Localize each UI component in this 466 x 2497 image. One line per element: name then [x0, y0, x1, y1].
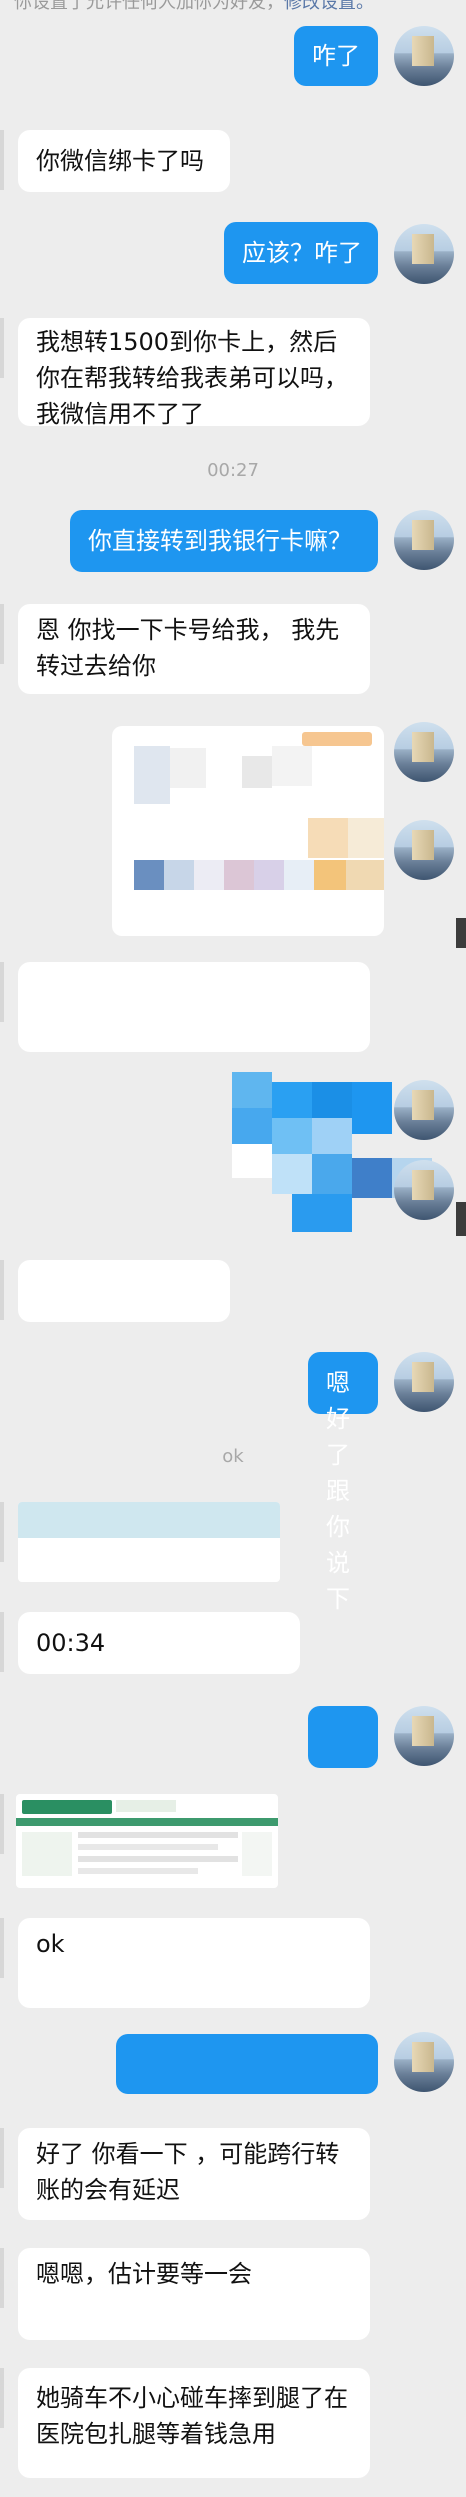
message-row: 你微信绑卡了吗 [0, 130, 466, 200]
message-text: 她骑车不小心碰车摔到腿了在医院包扎腿等着钱急用 [36, 2384, 348, 2448]
modify-settings-link[interactable]: 修改设置。 [284, 0, 374, 10]
message-text: 你微信绑卡了吗 [36, 147, 204, 175]
incoming-bubble[interactable]: 00:34 [18, 1612, 300, 1674]
contact-avatar[interactable] [0, 962, 4, 1022]
contact-avatar[interactable] [0, 1502, 4, 1562]
incoming-bubble[interactable]: 嗯嗯，估计要等一会 [18, 2248, 370, 2340]
contact-avatar[interactable] [0, 1260, 4, 1320]
message-row [0, 1260, 466, 1324]
bank-label [24, 1800, 114, 1814]
message-text: 你直接转到我银行卡嘛？ [88, 527, 352, 555]
shared-image[interactable] [18, 1502, 280, 1582]
outgoing-bubble[interactable]: 咋了 [294, 26, 378, 86]
message-row: 我想转1500到你卡上，然后你在帮我转给我表弟可以吗，我微信用不了了 [0, 318, 466, 428]
contact-avatar[interactable] [0, 130, 4, 190]
self-avatar[interactable] [394, 1352, 454, 1412]
message-row: 好了 你看一下 ，可能跨行转账的会有延迟 [0, 2128, 466, 2224]
message-text: 恩 你找一下卡号给我， 我先转过去给你 [36, 616, 340, 680]
hotline-text [18, 1502, 280, 1538]
self-avatar[interactable] [394, 1706, 454, 1766]
contact-avatar[interactable] [0, 2248, 4, 2308]
contact-avatar[interactable] [0, 604, 4, 664]
outgoing-bubble[interactable]: 应该？咋了 [224, 222, 378, 284]
message-row [0, 1794, 466, 1890]
incoming-bubble[interactable]: 恩 你找一下卡号给我， 我先转过去给你 [18, 604, 370, 694]
image-footer [120, 914, 210, 930]
message-row: 嗯嗯，估计要等一会 [0, 2248, 466, 2344]
message-text-partial [366, 1086, 386, 1116]
self-avatar[interactable] [394, 820, 454, 880]
scroll-artifact [456, 1202, 466, 1236]
incoming-bubble[interactable]: 我想转1500到你卡上，然后你在帮我转给我表弟可以吗，我微信用不了了 [18, 318, 370, 428]
incoming-bubble[interactable]: 她骑车不小心碰车摔到腿了在医院包扎腿等着钱急用 [18, 2368, 370, 2478]
message-text: 我想转1500到你卡上，然后你在帮我转给我表弟可以吗，我微信用不了了 [36, 328, 348, 428]
message-text: 咋了 [312, 42, 360, 70]
message-row [0, 962, 466, 1052]
message-row: 00:34 [0, 1612, 466, 1678]
shared-image[interactable] [16, 1794, 278, 1888]
message-row [0, 1072, 466, 1236]
message-row: 咋了 [0, 26, 466, 98]
scroll-artifact [456, 918, 466, 948]
incoming-bubble[interactable]: ok [18, 1918, 370, 2008]
message-text: 好了 你看一下 ，可能跨行转账的会有延迟 [36, 2140, 340, 2204]
outgoing-bubble[interactable] [116, 2034, 378, 2094]
message-text: 应该？咋了 [242, 239, 362, 267]
message-row [0, 720, 466, 948]
message-row: 嗯 好了跟你说下 [0, 1352, 466, 1613]
contact-avatar[interactable] [0, 1794, 4, 1854]
self-avatar[interactable] [394, 1160, 454, 1220]
self-avatar[interactable] [394, 2032, 454, 2092]
image-caption [312, 734, 372, 746]
shared-image[interactable] [112, 726, 384, 936]
contact-avatar[interactable] [0, 2128, 4, 2188]
incoming-bubble[interactable]: 你微信绑卡了吗 [18, 130, 230, 192]
contact-avatar[interactable] [0, 1918, 4, 1978]
message-row [0, 1502, 466, 1586]
message-row: 应该？咋了 [0, 222, 466, 292]
system-note: 你设置了允许任何人加你为好友，修改设置。 [14, 0, 454, 10]
self-avatar[interactable] [394, 224, 454, 284]
system-note-text: 你设置了允许任何人加你为好友， [14, 0, 284, 10]
message-row: 恩 你找一下卡号给我， 我先转过去给你 [0, 604, 466, 694]
self-avatar[interactable] [394, 722, 454, 782]
timestamp: ok [222, 1446, 244, 1467]
timestamp: 00:27 [207, 460, 259, 481]
outgoing-bubble[interactable] [308, 1706, 378, 1768]
outgoing-bubble[interactable]: 嗯 好了跟你说下 [308, 1352, 378, 1613]
contact-avatar[interactable] [0, 2368, 4, 2428]
message-row: 你直接转到我银行卡嘛？ [0, 510, 466, 576]
self-avatar[interactable] [394, 510, 454, 570]
self-avatar[interactable] [394, 1080, 454, 1140]
message-row [0, 2032, 466, 2098]
contact-avatar[interactable] [0, 318, 4, 378]
outgoing-bubble[interactable]: 你直接转到我银行卡嘛？ [70, 510, 378, 572]
message-row: 她骑车不小心碰车摔到腿了在医院包扎腿等着钱急用 [0, 2368, 466, 2478]
message-text: 嗯嗯，估计要等一会 [36, 2260, 252, 2288]
incoming-bubble[interactable] [18, 962, 370, 1052]
message-row: ok [0, 1918, 466, 2008]
message-row [0, 1706, 466, 1772]
incoming-bubble[interactable] [18, 1260, 230, 1322]
message-text: 00:34 [36, 1629, 106, 1657]
self-avatar[interactable] [394, 26, 454, 86]
contact-avatar[interactable] [0, 1612, 4, 1672]
message-text: ok [36, 1930, 65, 1958]
incoming-bubble[interactable]: 好了 你看一下 ，可能跨行转账的会有延迟 [18, 2128, 370, 2220]
